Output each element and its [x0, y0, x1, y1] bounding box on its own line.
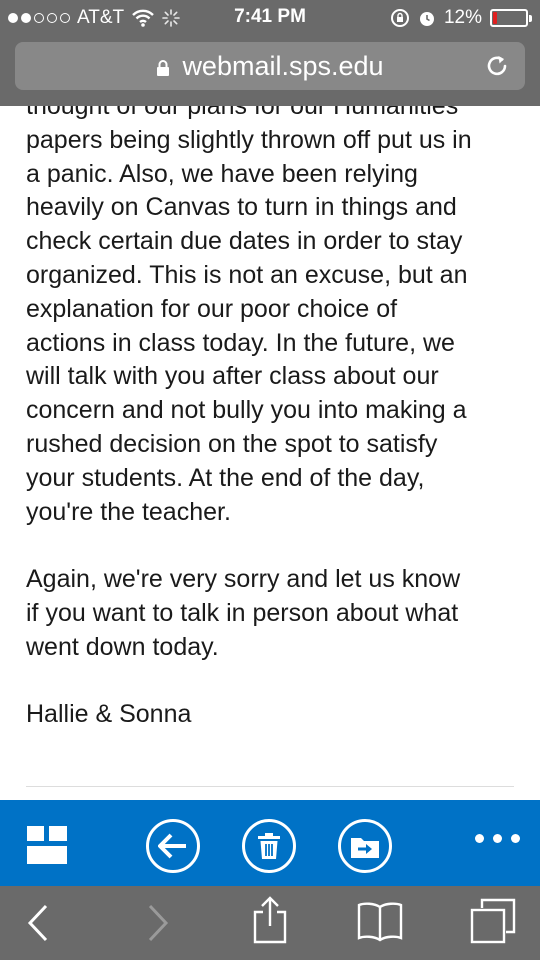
move-button[interactable] [338, 819, 392, 873]
lock-icon [157, 60, 170, 76]
body-line: papers being slightly thrown off put us … [26, 125, 472, 154]
folders-grid-icon[interactable] [27, 826, 67, 864]
closing-line: went down today. [26, 632, 219, 661]
delete-trash-icon [258, 833, 280, 859]
share-icon[interactable] [252, 896, 288, 944]
reply-back-button[interactable] [146, 819, 200, 873]
body-line: explanation for our poor choice of [26, 294, 398, 323]
battery-percent: 12% [443, 7, 482, 28]
body-line: organized. This is not an excuse, but an [26, 260, 468, 289]
back-chevron-icon[interactable] [26, 904, 50, 942]
move-folder-icon [351, 838, 379, 858]
more-options-icon[interactable] [475, 834, 520, 843]
closing-line: if you want to talk in person about what [26, 598, 459, 627]
url-text: webmail.sps.edu [182, 50, 384, 81]
signature: Hallie & Sonna [26, 700, 192, 729]
forward-chevron-icon[interactable] [146, 904, 170, 942]
body-line: you're the teacher. [26, 497, 231, 526]
body-line: check certain due dates in order to stay [26, 227, 463, 256]
body-line: rushed decision on the spot to satisfy [26, 429, 438, 458]
status-bar: AT&T 7:41 PM 12% [0, 0, 540, 36]
battery-level-fill [493, 12, 497, 24]
email-body[interactable]: thought of our plans for our Humanities … [0, 106, 540, 800]
browser-toolbar [0, 886, 540, 960]
orientation-lock-icon [390, 9, 409, 27]
partial-line: thought of our plans for our Humanities [26, 106, 459, 120]
closing-line: Again, we're very sorry and let us know [26, 565, 461, 594]
message-divider [26, 786, 514, 787]
address-bar[interactable]: webmail.sps.edu [15, 42, 525, 90]
mail-action-toolbar [0, 800, 540, 886]
alarm-icon [419, 12, 434, 26]
reload-icon[interactable] [483, 52, 511, 80]
bookmarks-book-icon[interactable] [356, 902, 404, 942]
address-bar-area: webmail.sps.edu [0, 36, 540, 106]
battery-icon [490, 9, 532, 27]
body-line: a panic. Also, we have been relying [26, 159, 418, 188]
delete-button[interactable] [242, 819, 296, 873]
tabs-icon[interactable] [470, 898, 516, 944]
reply-back-icon [158, 833, 186, 859]
body-line: your students. At the end of the day, [26, 463, 425, 492]
body-line: actions in class today. In the future, w… [26, 328, 455, 357]
email-message: thought of our plans for our Humanities … [26, 106, 522, 732]
body-line: concern and not bully you into making a [26, 396, 467, 425]
body-line: heavily on Canvas to turn in things and [26, 193, 457, 222]
body-line: will talk with you after class about our [26, 362, 439, 391]
